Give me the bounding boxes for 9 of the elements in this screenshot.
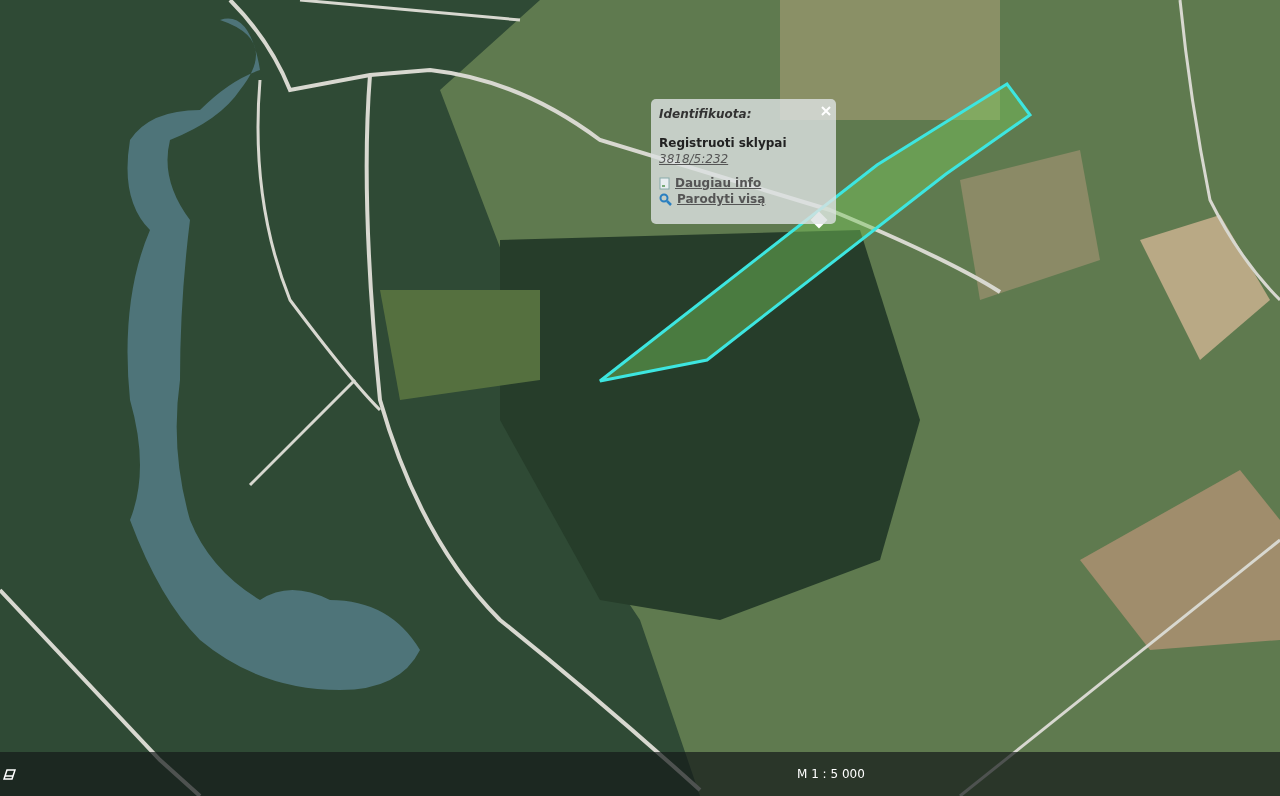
map-scale: M 1 : 5 000 [797,767,865,781]
layer-name: Registruoti sklypai [659,136,788,150]
document-icon [659,176,670,190]
search-icon [659,192,672,206]
popup-title: Identifikuota: [659,107,752,121]
popup-link[interactable]: Daugiau info [675,176,762,190]
parcel-id-link[interactable]: 3818/5:232 [659,152,828,166]
eraser-icon[interactable] [3,768,16,780]
popup-link[interactable]: Parodyti visą [677,192,766,206]
